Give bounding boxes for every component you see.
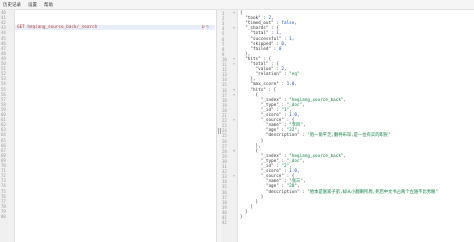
run-request-icon[interactable]: ▷ [202, 24, 205, 30]
request-actions: ▷✎ [202, 25, 209, 30]
menu-help[interactable]: 帮助 [44, 2, 53, 8]
response-viewer: 1 2 3 4 5 6 7 8 9 10 11 12 13 14 15 16 17 18 19 20 21 22 23 24 2… [221, 10, 474, 242]
fold-toggle-icon[interactable]: ▾ [233, 62, 235, 66]
wrench-icon[interactable]: ✎ [206, 24, 209, 30]
line-number: 42 [222, 220, 227, 226]
request-line[interactable]: GET heqiang_source_back/_search [17, 25, 97, 30]
request-editor[interactable]: 40 41 42 43 44 45 46 47 48 49 50 51 52 53 54 55 56 57 58 59… [0, 10, 217, 242]
fold-toggle-icon[interactable]: ▾ [233, 93, 235, 97]
request-gutter: 40 41 42 43 44 45 46 47 48 49 50 51 52 53 54 55 56 57 58 59… [0, 10, 15, 242]
response-gutter: 1 2 3 4 5 6 7 8 9 10 11 12 13 14 15 16 17 18 19 20 21 22 23 24 2… [221, 10, 238, 242]
menu-history[interactable]: 历史记录 [3, 2, 21, 8]
menu-settings[interactable]: 设置 [28, 2, 37, 8]
response-line: } [240, 215, 243, 220]
fold-toggle-icon[interactable]: ▾ [233, 118, 235, 122]
fold-toggle-icon[interactable]: ▾ [233, 174, 235, 178]
fold-toggle-icon[interactable]: ▾ [233, 149, 235, 153]
line-number: 80 [1, 214, 6, 219]
menu-bar: 历史记录 设置 帮助 [0, 0, 474, 10]
fold-toggle-icon[interactable]: ▾ [233, 26, 235, 30]
fold-toggle-icon[interactable]: ▾ [233, 57, 235, 61]
response-line: "description" : "他本是富家子弟,却从小翻眼所周,死后中文书占两… [265, 189, 438, 195]
drag-handle-icon[interactable] [218, 128, 219, 134]
fold-toggle-icon[interactable]: ▾ [233, 88, 235, 92]
fold-toggle-icon[interactable]: ▾ [233, 11, 235, 15]
